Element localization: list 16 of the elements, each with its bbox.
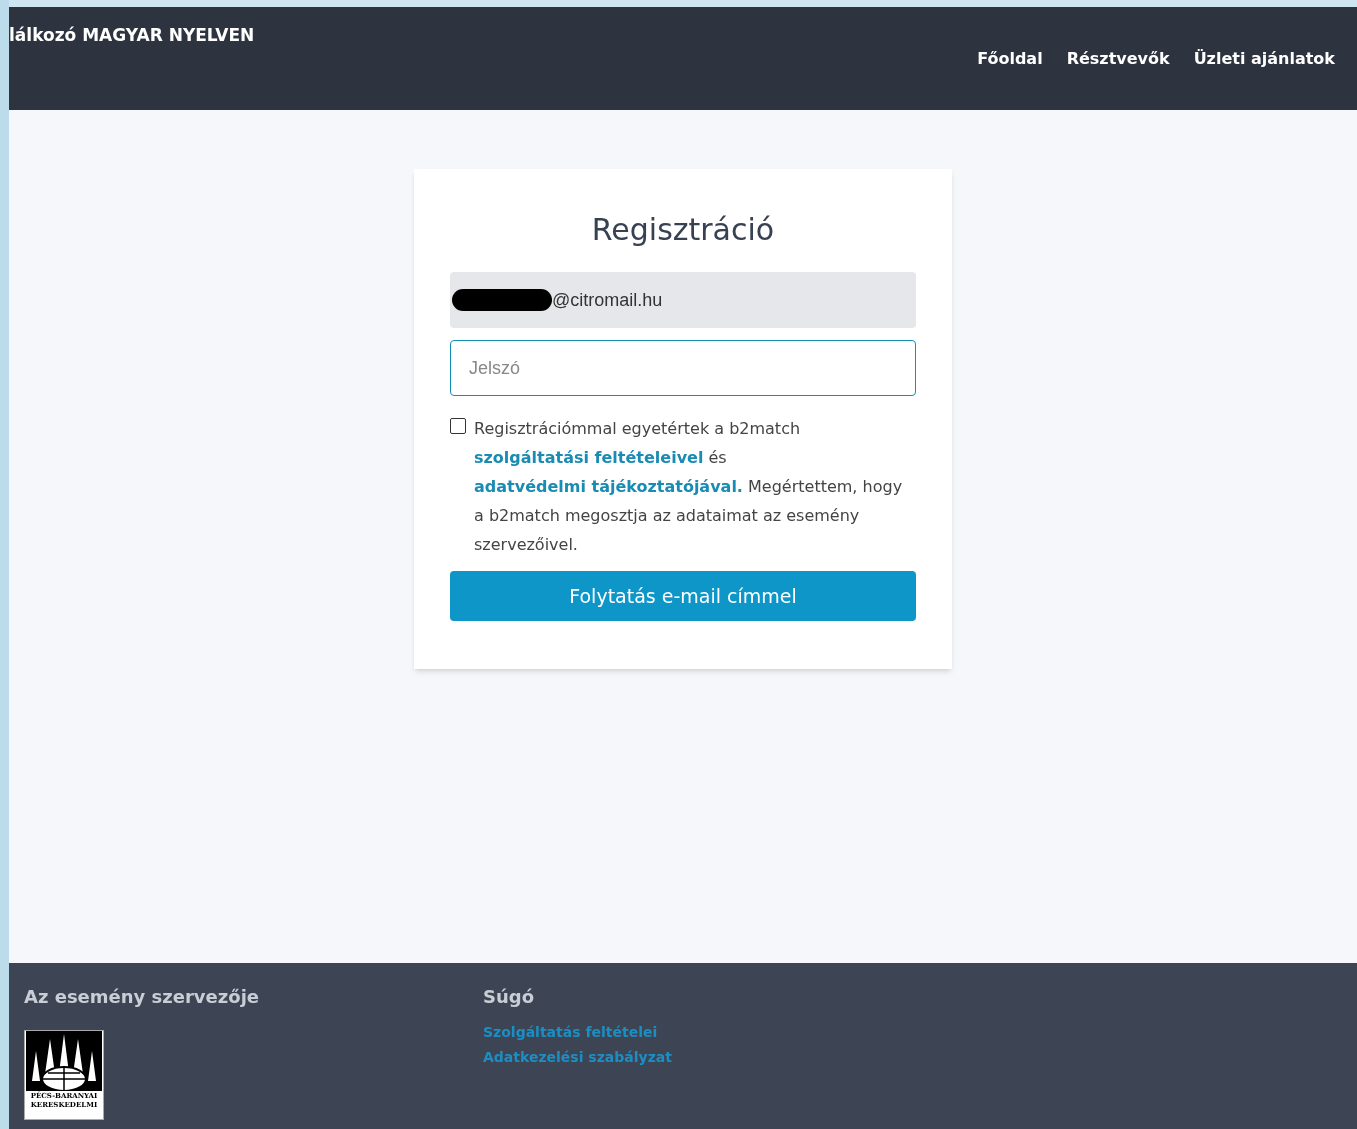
consent-link[interactable]: szolgáltatási feltételeivel (474, 448, 704, 467)
consent-text: Regisztrációmmal egyetértek a b2match szolgáltatási feltételeivel és adatvédelmi tájékoztatójával. Megértettem, hogy a b2match megosztja az adataimat az esemény szervezőivel. (474, 418, 904, 556)
footer-heading: Az esemény szervezője (24, 985, 261, 1009)
email-value: @citromail.hu (552, 288, 663, 312)
footer-link[interactable]: Adatkezelési szabályzat (483, 1047, 672, 1068)
consent-link[interactable]: adatvédelmi tájékoztatójával. (474, 477, 743, 496)
nav-link[interactable]: Főoldal (977, 47, 1043, 71)
form-title: Regisztráció (590, 211, 776, 249)
footer-link[interactable]: Szolgáltatás feltételei (483, 1022, 672, 1043)
nav-link[interactable]: Üzleti ajánlatok (1193, 47, 1335, 71)
footer-heading: Súgó (483, 985, 536, 1009)
password-field[interactable]: Jelszó (450, 340, 916, 396)
nav-link[interactable]: Résztvevők (1066, 47, 1170, 71)
event-title: lálkozó MAGYAR NYELVEN (9, 24, 255, 47)
consent-checkbox[interactable] (450, 418, 466, 434)
continue-with-email-button[interactable]: Folytatás e-mail címmel (450, 571, 916, 621)
